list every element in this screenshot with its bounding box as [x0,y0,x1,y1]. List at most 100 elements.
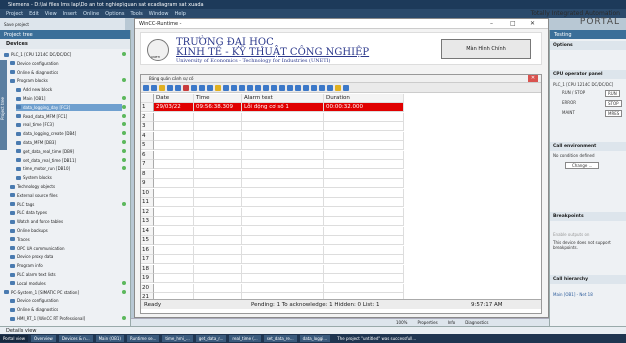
alarm-toolbar-icon[interactable] [311,84,317,91]
alarm-toolbar-icon[interactable] [207,84,213,91]
tree-item[interactable]: real_time [FC3] [16,121,126,128]
tree-item[interactable]: Technology objects [10,183,122,190]
table-row[interactable]: 20 [141,283,541,293]
taskbar-item[interactable]: Runtime se... [127,335,160,342]
inspector-tab[interactable]: Properties [417,320,437,325]
alarm-toolbar-icon[interactable] [183,84,189,91]
table-row[interactable]: 9 [141,179,541,188]
table-row[interactable]: 18 [141,264,541,274]
alarm-toolbar-icon[interactable] [279,84,285,91]
column-header[interactable]: Date [154,94,194,103]
alarm-toolbar-icon[interactable] [175,84,181,91]
menu-item[interactable]: Tools [130,11,142,17]
alarm-toolbar-icon[interactable] [151,84,157,91]
taskbar-item[interactable]: Devices & n... [58,335,93,342]
tree-item[interactable]: Program info [10,262,122,269]
alarm-toolbar-icon[interactable] [343,84,349,91]
alarm-toolbar-icon[interactable] [191,84,197,91]
alarm-toolbar-icon[interactable] [159,84,165,91]
alarm-toolbar-icon[interactable] [247,84,253,91]
table-row[interactable]: 16 [141,245,541,255]
alarm-toolbar-icon[interactable] [199,84,205,91]
taskbar-item[interactable]: set_data_re... [263,335,297,342]
table-row[interactable]: 19 [141,274,541,283]
alarm-toolbar-icon[interactable] [143,84,149,91]
table-row[interactable]: 7 [141,160,541,169]
menu-item[interactable]: Insert [63,11,77,17]
menu-item[interactable]: Options [105,11,124,17]
menu-item[interactable]: View [45,11,57,17]
table-row[interactable]: 2 [141,112,541,122]
tree-item[interactable]: Online & diagnostics [10,306,122,313]
column-header[interactable]: Duration [324,94,404,103]
table-row[interactable]: 15 [141,236,541,245]
overview-button[interactable]: Overview [30,335,56,342]
tree-item[interactable]: Read_data_MFM [FC1] [16,113,126,120]
alarm-toolbar-icon[interactable] [255,84,261,91]
tree-item[interactable]: time_motor_run [DB10] [16,165,126,172]
alarm-toolbar-icon[interactable] [303,84,309,91]
table-row[interactable]: 5 [141,141,541,150]
tree-item[interactable]: data_MFM [DB3] [16,139,126,146]
tree-item[interactable]: Device configuration [10,297,122,304]
tree-item[interactable]: Add new block [16,86,122,93]
table-row[interactable]: 12 [141,207,541,217]
menu-item[interactable]: Window [149,11,169,17]
menu-item[interactable]: Edit [29,11,39,17]
table-row[interactable]: 6 [141,150,541,160]
close-icon[interactable]: ✕ [530,20,535,27]
details-view-bar[interactable]: Details view [0,326,626,334]
table-row[interactable]: 8 [141,169,541,179]
call-hierarchy-section[interactable]: Call hierarchy [550,275,626,284]
inspector-tab[interactable]: Diagnostics [465,320,488,325]
tree-item[interactable]: Online backups [10,227,122,234]
menu-item[interactable]: Online [83,11,99,17]
breakpoints-section[interactable]: Breakpoints [550,212,626,221]
column-header[interactable]: Time [194,94,242,103]
main-screen-button[interactable]: Màn Hình Chính [441,39,531,59]
table-row[interactable]: 14 [141,226,541,236]
alarm-toolbar-icon[interactable] [263,84,269,91]
tree-item[interactable]: Main [OB1] [16,95,126,102]
alarm-toolbar-icon[interactable] [335,84,341,91]
table-row[interactable]: 1 29/03/22 09:56:38.309 Lỗi động cơ số 1 00:… [141,103,541,112]
taskbar-item[interactable]: real_time (... [229,335,261,342]
table-row[interactable]: 13 [141,217,541,226]
tree-item[interactable]: PC-System_1 [SIMATIC PC station] [4,289,126,296]
tree-item[interactable]: PLC_1 [CPU 1214C DC/DC/DC] [4,51,126,58]
table-row[interactable]: 17 [141,255,541,264]
taskbar-item[interactable]: time_hmi_... [162,335,193,342]
alarm-toolbar-icon[interactable] [287,84,293,91]
tree-item[interactable]: Device proxy data [10,253,122,260]
alarm-toolbar-icon[interactable] [295,84,301,91]
alarm-toolbar-icon[interactable] [167,84,173,91]
tree-item[interactable]: get_data_real_time [DB9] [16,148,126,155]
menu-item[interactable]: Project [6,11,23,17]
menu-item[interactable]: Help [175,11,186,17]
tree-item[interactable]: External source files [10,192,122,199]
tree-item[interactable]: Device configuration [10,60,122,67]
tree-item[interactable]: PLC data types [10,209,122,216]
taskbar-item[interactable]: Main (OB1) [95,335,124,342]
alarm-toolbar-icon[interactable] [239,84,245,91]
tree-item[interactable]: data_logging_create [DB4] [16,130,126,137]
alarm-toolbar-icon[interactable] [223,84,229,91]
tree-item[interactable]: data_logging_day [FC2] [16,103,126,111]
tree-item[interactable]: Traces [10,236,122,243]
devices-tab[interactable]: Devices [0,39,130,49]
alarm-toolbar-icon[interactable] [231,84,237,91]
table-row[interactable]: 11 [141,198,541,207]
table-row[interactable]: 3 [141,122,541,131]
save-project-button[interactable]: Save project [4,22,29,27]
stop-button[interactable]: STOP [605,100,622,107]
call-hierarchy-link[interactable]: Main [OB1] - Net 18 [553,292,593,297]
alarm-close-icon[interactable]: ✕ [528,75,538,82]
alarm-toolbar-icon[interactable] [327,84,333,91]
options-section[interactable]: Options [550,41,626,50]
table-row[interactable]: 10 [141,188,541,198]
tree-item[interactable]: PLC alarm text lists [10,271,122,278]
zoom-level[interactable]: 100% [396,320,407,325]
alarm-toolbar-icon[interactable] [271,84,277,91]
tree-item[interactable]: Watch and force tables [10,218,122,225]
alarm-toolbar-icon[interactable] [215,84,221,91]
